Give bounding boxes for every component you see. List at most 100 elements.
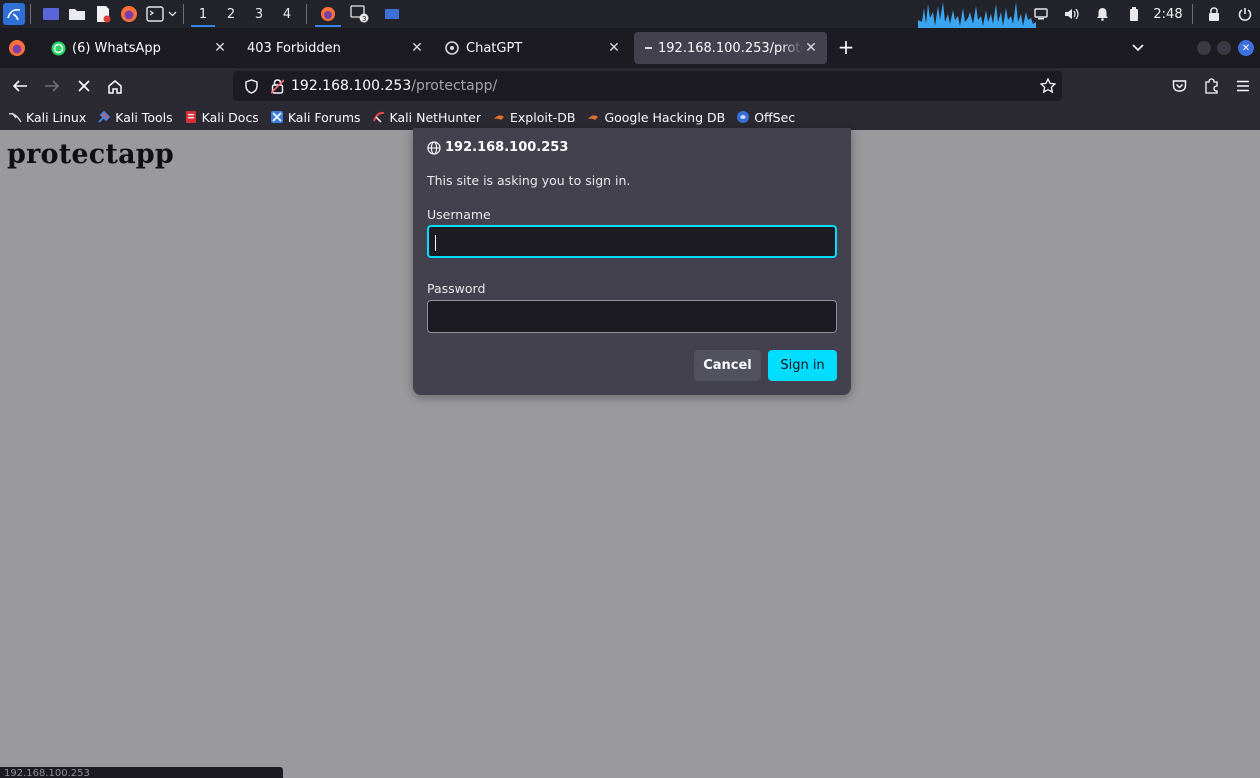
text-editor-icon[interactable]	[92, 3, 114, 25]
app-menu-icon[interactable]	[1231, 74, 1255, 98]
url-path: /protectapp/	[411, 78, 498, 94]
system-tray: 2:48	[1025, 0, 1260, 28]
firefox-view-icon[interactable]	[6, 37, 28, 59]
bookmark-label: Kali Linux	[26, 109, 87, 125]
show-desktop-icon[interactable]	[40, 3, 62, 25]
panel-separator	[183, 4, 184, 24]
panel-separator	[30, 4, 31, 24]
dialog-host: 192.168.100.253	[427, 140, 568, 155]
kali-icon	[8, 110, 22, 124]
bookmarks-toolbar: Kali Linux Kali Tools Kali Docs Kali For…	[0, 104, 1260, 130]
bookmark-offsec[interactable]: OffSec	[736, 110, 795, 125]
panel-separator	[1192, 4, 1193, 24]
chevron-down-icon[interactable]	[166, 11, 178, 17]
workspace-label: 4	[282, 6, 292, 22]
workspace-label: 1	[198, 6, 208, 22]
lock-screen-icon[interactable]	[1198, 0, 1229, 28]
navigation-bar: 192.168.100.253/protectapp/	[0, 68, 1260, 104]
dialog-message: This site is asking you to sign in.	[427, 173, 631, 188]
volume-icon[interactable]	[1056, 0, 1087, 28]
tab-list-chevron-icon[interactable]	[1128, 38, 1148, 58]
bookmark-kali-linux[interactable]: Kali Linux	[8, 110, 86, 125]
terminal-launcher-icon[interactable]	[144, 3, 166, 25]
kali-menu-icon[interactable]	[3, 3, 25, 25]
whatsapp-icon	[50, 40, 66, 56]
url-bar[interactable]: 192.168.100.253/protectapp/	[233, 71, 1062, 101]
http-auth-dialog: 192.168.100.253 This site is asking you …	[413, 128, 851, 395]
tracking-protection-icon[interactable]	[241, 78, 261, 94]
tab-protectapp[interactable]: 192.168.100.253/protectapp/ ✕	[634, 32, 827, 64]
top-panel: 1 2 3 4 3 2:48	[0, 0, 1260, 28]
workspace-1[interactable]: 1	[189, 0, 217, 28]
cancel-button[interactable]: Cancel	[694, 350, 761, 381]
stop-loading-button[interactable]	[72, 74, 96, 98]
bookmark-star-icon[interactable]	[1039, 77, 1057, 98]
bookmark-exploit-db[interactable]: Exploit-DB	[492, 110, 575, 125]
file-manager-icon[interactable]	[66, 3, 88, 25]
offsec-icon	[736, 110, 750, 124]
home-button[interactable]	[103, 74, 127, 98]
password-label: Password	[427, 281, 486, 296]
workspace-2[interactable]: 2	[217, 0, 245, 28]
taskbar-firefox[interactable]	[312, 0, 344, 28]
cpu-graph	[918, 2, 1036, 28]
username-input[interactable]	[427, 225, 837, 258]
kali-docs-icon	[184, 110, 198, 124]
bookmark-kali-nethunter[interactable]: Kali NetHunter	[372, 110, 481, 125]
bookmark-google-hacking-db[interactable]: Google Hacking DB	[586, 110, 725, 125]
new-tab-button[interactable]: +	[836, 37, 856, 58]
tab-bar: (6) WhatsApp ✕ 403 Forbidden ✕ ChatGPT ✕…	[0, 28, 1260, 68]
globe-icon	[427, 140, 441, 155]
kali-tools-icon	[97, 110, 111, 124]
tab-label: 403 Forbidden	[247, 40, 341, 56]
display-icon[interactable]	[1025, 0, 1056, 28]
tab-chatgpt[interactable]: ChatGPT ✕	[434, 32, 630, 64]
insecure-lock-icon[interactable]	[267, 78, 287, 94]
loading-icon	[644, 40, 654, 56]
status-panel: 192.168.100.253	[0, 767, 283, 778]
bookmark-label: Exploit-DB	[510, 109, 576, 125]
exploit-db-icon	[492, 110, 506, 124]
bookmark-kali-forums[interactable]: Kali Forums	[270, 110, 361, 125]
notifications-icon[interactable]	[1087, 0, 1118, 28]
tab-whatsapp[interactable]: (6) WhatsApp ✕	[40, 32, 236, 64]
firefox-icon	[321, 7, 335, 21]
bookmark-kali-docs[interactable]: Kali Docs	[184, 110, 259, 125]
text-caret	[435, 235, 436, 251]
workspace-4[interactable]: 4	[273, 0, 301, 28]
password-input[interactable]	[427, 300, 837, 333]
workspace-label: 3	[254, 6, 264, 22]
terminal-icon: 3	[350, 5, 369, 23]
bookmark-label: OffSec	[754, 109, 796, 125]
battery-icon[interactable]	[1118, 0, 1149, 28]
close-window-button[interactable]: ✕	[1238, 40, 1254, 56]
firefox-launcher-icon[interactable]	[118, 3, 140, 25]
bookmark-kali-tools[interactable]: Kali Tools	[97, 109, 173, 125]
taskbar-app[interactable]	[376, 0, 408, 28]
panel-separator	[306, 4, 307, 24]
back-button[interactable]	[8, 74, 32, 98]
forward-button[interactable]	[40, 74, 64, 98]
bookmark-label: Kali Tools	[115, 109, 173, 125]
sign-in-button[interactable]: Sign in	[768, 350, 837, 381]
dialog-host-label: 192.168.100.253	[445, 140, 569, 155]
tab-403-forbidden[interactable]: 403 Forbidden ✕	[237, 32, 433, 64]
close-tab-icon[interactable]: ✕	[606, 40, 622, 56]
url-host: 192.168.100.253	[291, 78, 412, 94]
username-label: Username	[427, 207, 491, 222]
bookmark-label: Kali Forums	[287, 109, 361, 125]
clock[interactable]: 2:48	[1149, 7, 1187, 22]
workspace-3[interactable]: 3	[245, 0, 273, 28]
tab-label: ChatGPT	[466, 40, 523, 56]
close-tab-icon[interactable]: ✕	[803, 40, 819, 56]
close-tab-icon[interactable]: ✕	[212, 40, 228, 56]
close-tab-icon[interactable]: ✕	[409, 40, 425, 56]
workspace-label: 2	[226, 6, 236, 22]
ghdb-icon	[586, 110, 600, 124]
taskbar-terminal[interactable]: 3	[344, 0, 376, 28]
pocket-icon[interactable]	[1167, 74, 1191, 98]
power-icon[interactable]	[1229, 0, 1260, 28]
minimize-button[interactable]	[1197, 41, 1211, 55]
maximize-button[interactable]	[1217, 41, 1231, 55]
extensions-icon[interactable]	[1199, 74, 1223, 98]
